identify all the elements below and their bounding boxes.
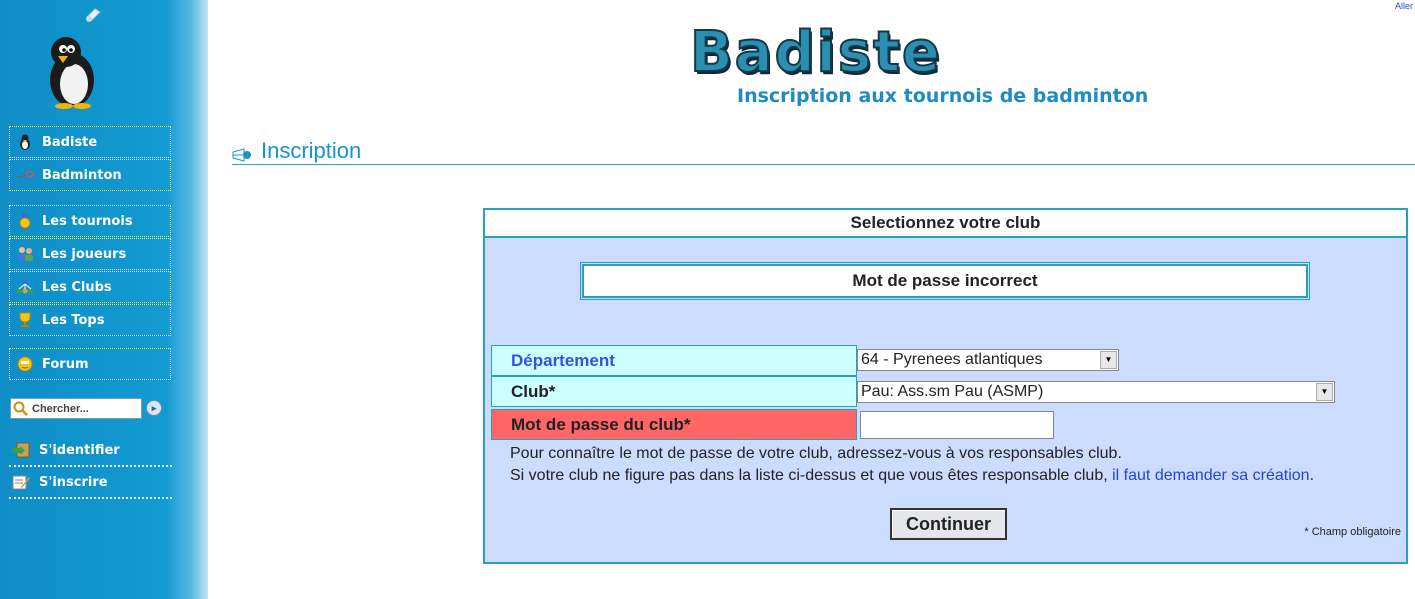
site-logo: Badiste bbox=[689, 19, 942, 86]
page-title: Inscription bbox=[261, 138, 362, 163]
club-missing-text: Si votre club ne figure pas dans la list… bbox=[510, 467, 1314, 485]
clubs-icon bbox=[16, 278, 34, 296]
smiley-icon bbox=[16, 355, 34, 373]
login-icon bbox=[12, 442, 30, 458]
sidebar-item-label: Badminton bbox=[42, 167, 122, 183]
sidebar-item-label: Les tournois bbox=[42, 213, 133, 229]
page-heading: Inscription bbox=[232, 138, 1415, 165]
password-input[interactable] bbox=[860, 411, 1054, 439]
info-end: . bbox=[1309, 467, 1315, 484]
racket-icon bbox=[16, 166, 34, 184]
sidebar-item-label: Les Tops bbox=[42, 312, 105, 328]
club-select[interactable]: Pau: Ass.sm Pau (ASMP) ▼ bbox=[857, 381, 1335, 403]
sidebar-item-tops[interactable]: Les Tops bbox=[9, 304, 171, 336]
sidebar-item-joueurs[interactable]: Les joueurs bbox=[9, 238, 171, 270]
site-subtitle: Inscription aux tournois de badminton bbox=[737, 85, 1149, 107]
shuttlecock-icon bbox=[232, 148, 251, 162]
sidebar-item-badminton[interactable]: Badminton bbox=[9, 159, 171, 191]
trophy-icon bbox=[16, 311, 34, 329]
penguin-icon bbox=[16, 133, 34, 151]
error-message: Mot de passe incorrect bbox=[580, 262, 1310, 300]
medal-icon bbox=[16, 212, 34, 230]
nav-group-main: Badiste Badminton bbox=[9, 126, 171, 192]
search-go-button[interactable]: ▸ bbox=[146, 400, 162, 416]
sidebar-item-label: S'identifier bbox=[39, 442, 120, 458]
chevron-down-icon: ▼ bbox=[1316, 383, 1333, 401]
club-label: Club* bbox=[491, 376, 857, 407]
chevron-down-icon: ▼ bbox=[1100, 351, 1117, 369]
sidebar: Badiste Badminton Les tournois Les joueu… bbox=[0, 0, 208, 599]
request-creation-link[interactable]: il faut demander sa création bbox=[1112, 467, 1309, 484]
search-input[interactable] bbox=[30, 402, 138, 415]
sidebar-item-tournois[interactable]: Les tournois bbox=[9, 205, 171, 237]
departement-value: 64 - Pyrenees atlantiques bbox=[861, 351, 1043, 368]
panel-title: Selectionnez votre club bbox=[485, 210, 1406, 238]
departement-label: Département bbox=[491, 345, 857, 376]
club-value: Pau: Ass.sm Pau (ASMP) bbox=[861, 383, 1044, 400]
sidebar-item-label: Les joueurs bbox=[42, 246, 127, 262]
sidebar-item-clubs[interactable]: Les Clubs bbox=[9, 271, 171, 303]
arrow-right-icon: ▸ bbox=[151, 402, 157, 413]
nav-group-community: Forum bbox=[9, 348, 171, 381]
departement-select[interactable]: 64 - Pyrenees atlantiques ▼ bbox=[857, 349, 1119, 371]
continue-button[interactable]: Continuer bbox=[890, 508, 1007, 540]
search-box bbox=[10, 398, 142, 419]
penguin-logo-icon bbox=[50, 37, 94, 109]
nav-group-content: Les tournois Les joueurs Les Clubs Les T… bbox=[9, 205, 171, 337]
required-note: * Champ obligatoire bbox=[1304, 526, 1401, 538]
club-select-panel: Selectionnez votre club Mot de passe inc… bbox=[483, 208, 1408, 564]
players-icon bbox=[16, 245, 34, 263]
sidebar-item-badiste[interactable]: Badiste bbox=[9, 126, 171, 158]
sidebar-item-label: Badiste bbox=[42, 134, 98, 150]
sidebar-item-register[interactable]: S'inscrire bbox=[9, 467, 172, 499]
club-missing-label: Si votre club ne figure pas dans la list… bbox=[510, 467, 1108, 484]
sidebar-item-label: S'inscrire bbox=[39, 474, 108, 490]
sidebar-item-forum[interactable]: Forum bbox=[9, 348, 171, 380]
sidebar-item-label: Forum bbox=[42, 356, 89, 372]
register-icon bbox=[12, 475, 30, 490]
password-help-text: Pour connaître le mot de passe de votre … bbox=[510, 445, 1122, 462]
search-icon bbox=[13, 401, 28, 416]
password-label: Mot de passe du club* bbox=[491, 409, 857, 440]
aller-link[interactable]: Aller bbox=[1395, 1, 1413, 11]
shuttlecock-icon bbox=[86, 8, 101, 22]
sidebar-item-label: Les Clubs bbox=[42, 279, 112, 295]
sidebar-item-login[interactable]: S'identifier bbox=[9, 435, 172, 467]
